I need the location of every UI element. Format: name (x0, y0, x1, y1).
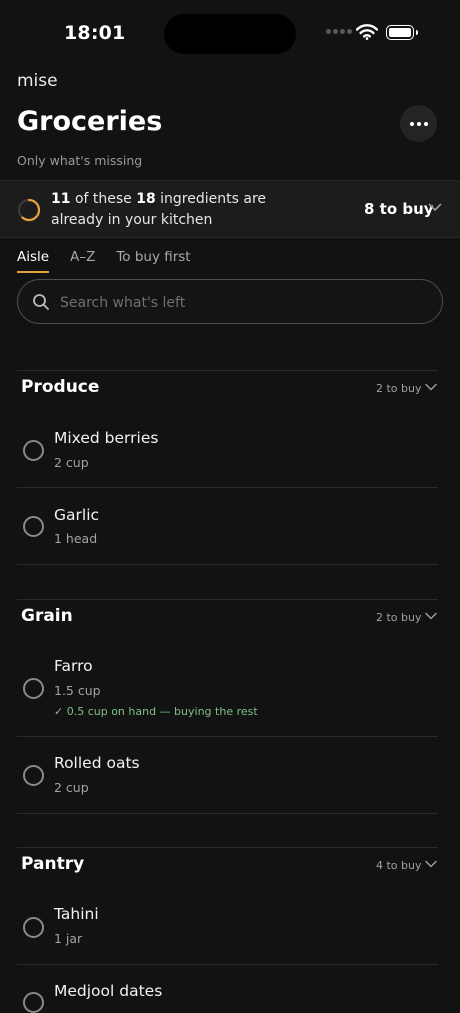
section-count: 2 to buy (376, 382, 422, 395)
section-pantry: Pantry 4 to buy (17, 847, 438, 882)
section-title: Produce (21, 377, 100, 397)
section-grain: Grain 2 to buy (17, 599, 438, 634)
chevron-down-icon (425, 383, 437, 391)
progress-ring-icon (17, 198, 41, 222)
chevron-down-icon (425, 860, 437, 868)
item-name: Mixed berries (54, 429, 159, 447)
list-item[interactable]: Rolled oats 2 cup (17, 737, 438, 814)
list-item[interactable]: Tahini 1 jar (17, 888, 438, 965)
circle-checkbox-icon[interactable] (23, 678, 44, 699)
item-name: Rolled oats (54, 754, 140, 772)
chevron-down-icon (425, 612, 437, 620)
have-count: 11 (51, 191, 71, 207)
circle-checkbox-icon[interactable] (23, 440, 44, 461)
list-item[interactable]: Mixed berries 2 cup (17, 411, 438, 488)
item-quantity: 2 cup (54, 455, 89, 470)
summary-text: 11 of these 18 ingredients are already i… (51, 189, 321, 231)
section-count: 2 to buy (376, 611, 422, 624)
search-icon (33, 294, 49, 310)
item-name: Medjool dates (54, 982, 163, 1000)
item-name: Farro (54, 657, 93, 675)
item-name: Tahini (54, 905, 99, 923)
section-produce: Produce 2 to buy (17, 370, 438, 405)
item-quantity: 2 cup (54, 780, 89, 795)
item-name: Garlic (54, 506, 100, 524)
more-options-button[interactable] (400, 105, 437, 142)
summary-of-these: of these (74, 191, 132, 207)
pantry-summary-banner[interactable]: 11 of these 18 ingredients are already i… (0, 180, 460, 238)
circle-checkbox-icon[interactable] (23, 917, 44, 938)
item-quantity: 1.5 cup (54, 683, 101, 698)
section-count: 4 to buy (376, 859, 422, 872)
wifi-icon (356, 24, 378, 40)
chevron-down-icon[interactable] (428, 203, 442, 212)
item-quantity: 1 head (54, 531, 98, 546)
section-header[interactable]: Grain 2 to buy (17, 599, 438, 634)
to-buy-count: 8 to buy (364, 200, 434, 218)
tab-aisle[interactable]: Aisle (17, 249, 50, 273)
status-bar: 18:01 (0, 0, 460, 70)
circle-checkbox-icon[interactable] (23, 516, 44, 537)
list-item[interactable]: Farro 1.5 cup ✓ 0.5 cup on hand — buying… (17, 640, 438, 737)
section-header[interactable]: Produce 2 to buy (17, 370, 438, 405)
sort-tabs: Aisle A–Z To buy first (17, 249, 212, 273)
tab-a-z[interactable]: A–Z (70, 249, 95, 273)
section-header[interactable]: Pantry 4 to buy (17, 847, 438, 882)
battery-icon (386, 25, 418, 40)
status-time: 18:01 (64, 22, 126, 44)
list-item[interactable]: Medjool dates (17, 965, 438, 1013)
search-input[interactable] (58, 290, 422, 316)
circle-checkbox-icon[interactable] (23, 765, 44, 786)
total-count: 18 (136, 191, 156, 207)
cellular-signal-icon (326, 29, 352, 34)
more-horizontal-icon (409, 121, 428, 126)
on-hand-note: ✓ 0.5 cup on hand — buying the rest (54, 705, 258, 718)
search-bar[interactable] (17, 279, 443, 324)
list-item[interactable]: Garlic 1 head (17, 488, 438, 565)
item-quantity: 1 jar (54, 931, 83, 946)
dynamic-island (164, 14, 296, 54)
page-title: Groceries (17, 106, 163, 137)
page-subtitle: Only what's missing (17, 153, 143, 168)
tab-to-buy-first[interactable]: To buy first (116, 249, 190, 273)
app-brand: mise (17, 71, 58, 91)
section-title: Pantry (21, 854, 85, 874)
section-title: Grain (21, 606, 73, 626)
circle-checkbox-icon[interactable] (23, 992, 44, 1013)
